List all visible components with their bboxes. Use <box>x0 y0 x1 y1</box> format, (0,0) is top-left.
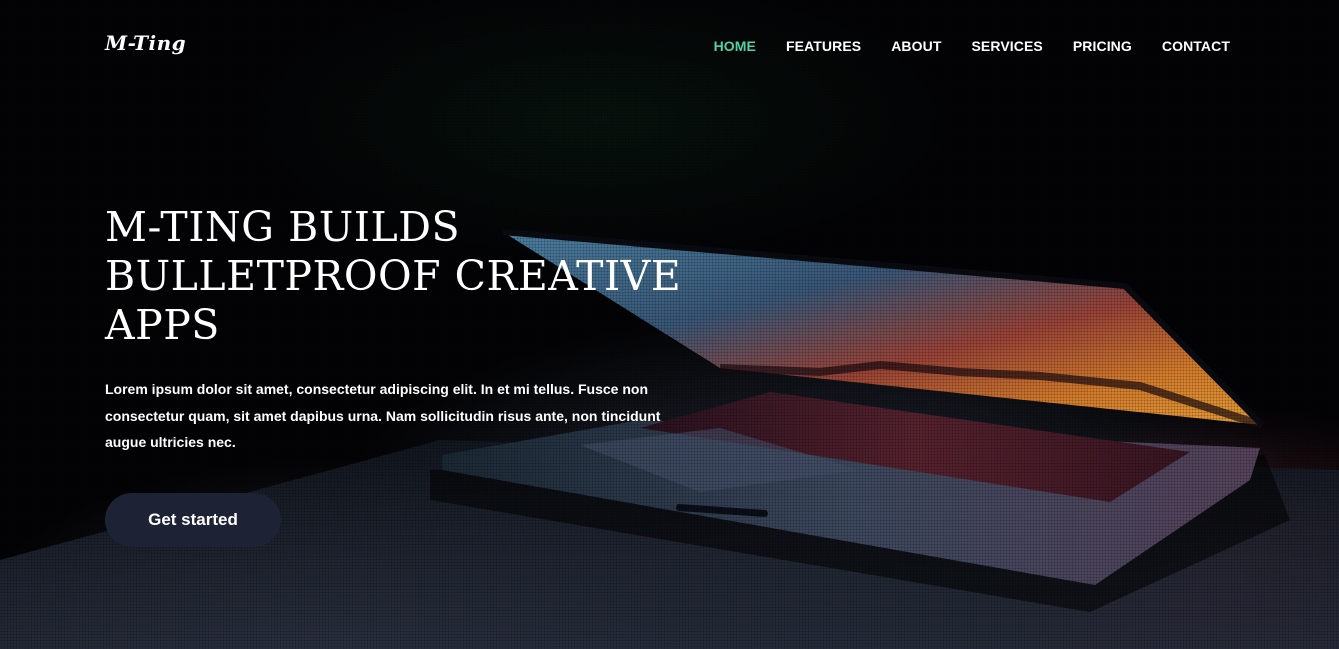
logo[interactable]: M-Ting <box>105 31 186 55</box>
nav-item-services: SERVICES <box>971 38 1042 56</box>
nav-link-pricing[interactable]: PRICING <box>1073 38 1132 54</box>
nav-item-contact: CONTACT <box>1162 38 1230 56</box>
nav-menu: HOME FEATURES ABOUT SERVICES PRICING CON… <box>714 38 1230 56</box>
nav-link-home[interactable]: HOME <box>714 38 756 54</box>
nav-link-contact[interactable]: CONTACT <box>1162 38 1230 54</box>
navbar: M-Ting HOME FEATURES ABOUT SERVICES PRIC… <box>0 0 1339 94</box>
hero-description: Lorem ipsum dolor sit amet, consectetur … <box>105 381 661 450</box>
nav-item-about: ABOUT <box>891 38 941 56</box>
nav-link-features[interactable]: FEATURES <box>786 38 861 54</box>
nav-link-services[interactable]: SERVICES <box>971 38 1042 54</box>
hero-section: M-Ting HOME FEATURES ABOUT SERVICES PRIC… <box>0 0 1339 649</box>
hero-content: M-Ting builds bulletproof creative apps … <box>105 203 685 456</box>
nav-link-about[interactable]: ABOUT <box>891 38 941 54</box>
get-started-button[interactable]: Get started <box>105 493 281 547</box>
hero-title: M-Ting builds bulletproof creative apps <box>105 203 682 349</box>
nav-item-home: HOME <box>714 38 756 56</box>
nav-item-pricing: PRICING <box>1073 38 1132 56</box>
nav-item-features: FEATURES <box>786 38 861 56</box>
